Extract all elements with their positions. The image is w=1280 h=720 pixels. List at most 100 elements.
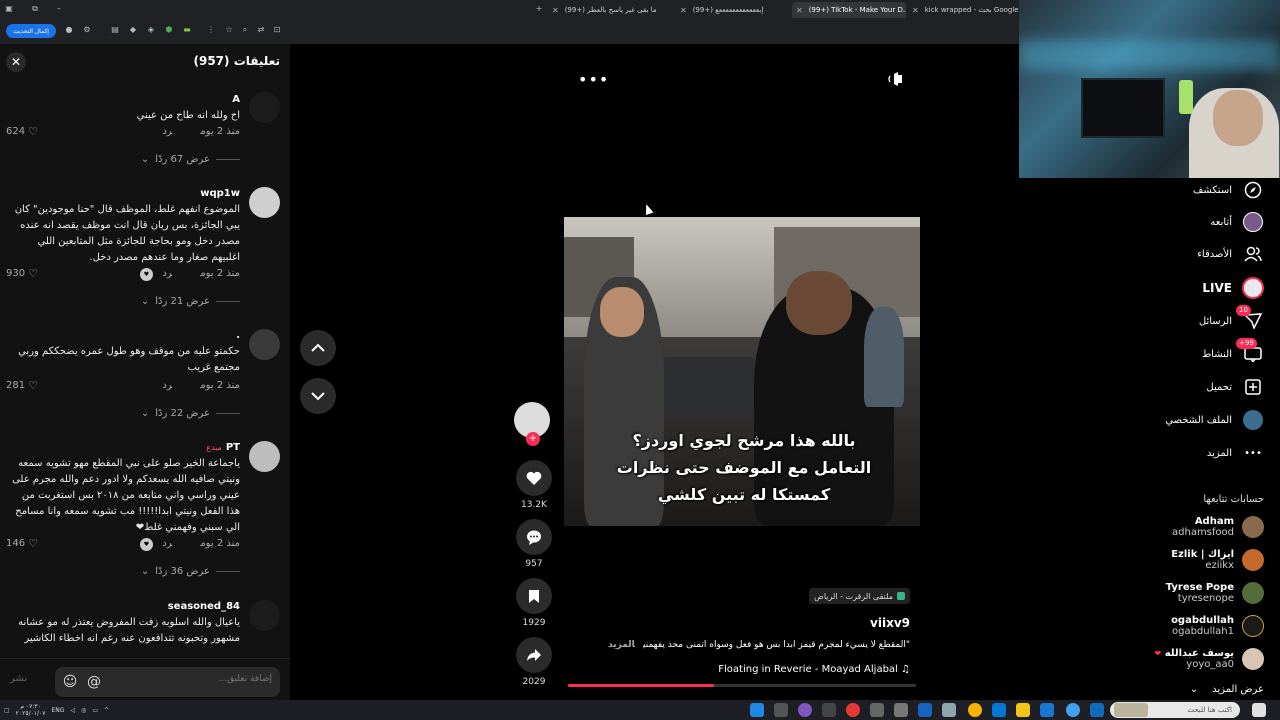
comment-username[interactable]: seasoned_84 (168, 601, 240, 612)
taskbar-app-icon[interactable] (870, 703, 884, 717)
comment-button[interactable] (516, 519, 552, 555)
following-account[interactable]: ogabdullah ogabdullah1 (1171, 611, 1264, 641)
emoji-icon[interactable]: ☺ (61, 673, 79, 691)
mention-icon[interactable]: @ (85, 673, 103, 691)
taskbar-app-icon[interactable] (1040, 703, 1054, 717)
following-account[interactable]: ❤ يوسف عبدالله yoyo_aa0 (1155, 644, 1264, 674)
network-icon[interactable]: ◎ (81, 707, 86, 714)
notification-icon[interactable]: ▢ (4, 707, 10, 714)
close-icon[interactable]: ✕ (912, 6, 919, 15)
tab-1[interactable]: ✕ (99+) ما بقى غير ياسح بالعطر (548, 2, 672, 18)
taskbar-app-icon[interactable] (750, 703, 764, 717)
taskbar-app-icon[interactable] (822, 703, 836, 717)
following-account[interactable]: Adham adhamsfood (1172, 512, 1264, 542)
comment-action[interactable]: 957 (514, 519, 554, 569)
profile-icon[interactable]: ● (64, 25, 74, 35)
nav-following[interactable]: أتابعه (1210, 210, 1264, 234)
update-button[interactable]: إكمال التحديث (6, 24, 56, 38)
window-menu-icon[interactable]: ▣ (4, 4, 14, 14)
taskbar-app-icon[interactable] (1016, 703, 1030, 717)
extension-icon[interactable]: ◈ (146, 25, 156, 35)
more-options-icon[interactable]: ••• (578, 70, 609, 89)
like-button[interactable]: 146 ♡ (6, 538, 38, 550)
view-replies-button[interactable]: عرض 21 ردًا ⌄ (141, 296, 240, 307)
taskbar-app-icon[interactable] (968, 703, 982, 717)
close-icon[interactable]: ✕ (552, 6, 559, 15)
like-button[interactable]: 281 ♡ (6, 380, 38, 392)
share-button[interactable] (516, 637, 552, 673)
video-author[interactable]: viixv9 (870, 616, 910, 630)
avatar[interactable] (249, 92, 280, 123)
following-account[interactable]: Ezlik | ايزاك eziikx (1171, 545, 1264, 575)
volume-icon[interactable] (888, 72, 904, 86)
extension-icon[interactable]: ⚙ (82, 25, 92, 35)
more-icon[interactable]: ⋮ (206, 25, 216, 35)
video-progress-bar[interactable] (568, 684, 916, 687)
taskbar-app-icon[interactable] (1066, 703, 1080, 717)
comment-username[interactable]: . (236, 330, 240, 341)
nav-upload[interactable]: تحميل (1206, 375, 1264, 399)
taskbar-app-icon[interactable] (1090, 703, 1104, 717)
previous-video-button[interactable] (300, 330, 336, 366)
avatar[interactable] (249, 329, 280, 360)
language-indicator[interactable]: ENG (52, 707, 65, 714)
post-button[interactable]: نشر (10, 673, 27, 684)
shield-icon[interactable]: ⬢ (164, 25, 174, 35)
save-action[interactable]: 1929 (514, 578, 554, 628)
next-video-button[interactable] (300, 378, 336, 414)
avatar[interactable] (249, 187, 280, 218)
video-player[interactable]: بالله هذا مرشح لجوي اوردز؟ التعامل مع ال… (564, 217, 920, 526)
clock[interactable]: ٠٧:٣٠ م ٢٠٢٥/٠١/٠٧ (16, 703, 46, 717)
taskbar-app-icon[interactable] (846, 703, 860, 717)
volume-icon[interactable]: ◁ (70, 707, 75, 714)
see-more-button[interactable]: عرض المزيد ⌄ (1190, 684, 1264, 695)
taskbar-app-icon[interactable] (992, 703, 1006, 717)
avatar[interactable] (249, 600, 280, 631)
taskbar-app-icon[interactable] (894, 703, 908, 717)
reply-button[interactable]: رد (162, 126, 172, 137)
comment-input[interactable] (142, 674, 272, 684)
more-button[interactable]: المزيد (608, 640, 635, 650)
install-icon[interactable]: ⊡ (272, 25, 282, 35)
new-tab-icon[interactable]: + (534, 4, 544, 14)
comment-username[interactable]: wqp1w (200, 188, 240, 199)
close-icon[interactable]: ✕ (680, 6, 687, 15)
translate-icon[interactable]: ⇄ (256, 25, 266, 35)
follow-button[interactable]: + (526, 432, 540, 446)
nav-explore[interactable]: استكشف (1193, 178, 1264, 202)
nav-more[interactable]: ••• المزيد (1207, 441, 1264, 465)
nav-activity[interactable]: 99+ النشاط (1202, 338, 1264, 366)
nav-messages[interactable]: 10 الرسائل (1199, 305, 1264, 333)
reply-button[interactable]: رد (162, 268, 172, 279)
like-button[interactable]: 930 ♡ (6, 268, 38, 280)
music-link[interactable]: Floating in Reverie - Moayad Aljabal ♫ (718, 664, 910, 675)
reply-button[interactable]: رد (162, 538, 172, 549)
view-replies-button[interactable]: عرض 22 ردًا ⌄ (141, 408, 240, 419)
windows-start-icon[interactable] (1252, 703, 1266, 717)
comment-username[interactable]: A (232, 94, 240, 105)
extension-icon[interactable]: ◆ (128, 25, 138, 35)
star-icon[interactable]: ☆ (224, 25, 234, 35)
extension-icon[interactable]: ▬ (182, 25, 192, 35)
restore-icon[interactable]: ⧉ (30, 4, 40, 14)
nav-live[interactable]: LIVE (1202, 276, 1264, 300)
tab-google[interactable]: ✕ kick wrapped - بحث Google (908, 2, 1018, 18)
share-action[interactable]: 2029 (514, 637, 554, 687)
battery-icon[interactable]: ▭ (92, 707, 98, 714)
tab-tiktok[interactable]: ✕ (99+) TikTok - Make Your D... (792, 2, 906, 18)
close-comments-button[interactable]: ✕ (6, 52, 26, 72)
search-icon[interactable]: ⌕ (240, 25, 250, 35)
following-account[interactable]: Tyrese Pope tyresenope (1166, 578, 1264, 608)
comment-username[interactable]: PTمبدع (206, 442, 240, 453)
view-replies-button[interactable]: عرض 36 ردًا ⌄ (141, 566, 240, 577)
view-replies-button[interactable]: عرض 67 ردًا ⌄ (141, 154, 240, 165)
taskbar-app-icon[interactable] (918, 703, 932, 717)
heart-button[interactable] (516, 460, 552, 496)
nav-friends[interactable]: الأصدقاء (1197, 242, 1264, 266)
chevron-up-icon[interactable]: ^ (104, 707, 109, 714)
nav-profile[interactable]: الملف الشخصي (1165, 408, 1264, 432)
location-tag[interactable]: ملتقى الزقرت - الرياض (809, 588, 910, 604)
avatar[interactable] (249, 441, 280, 472)
taskbar-app-icon[interactable] (798, 703, 812, 717)
reply-button[interactable]: رد (162, 380, 172, 391)
